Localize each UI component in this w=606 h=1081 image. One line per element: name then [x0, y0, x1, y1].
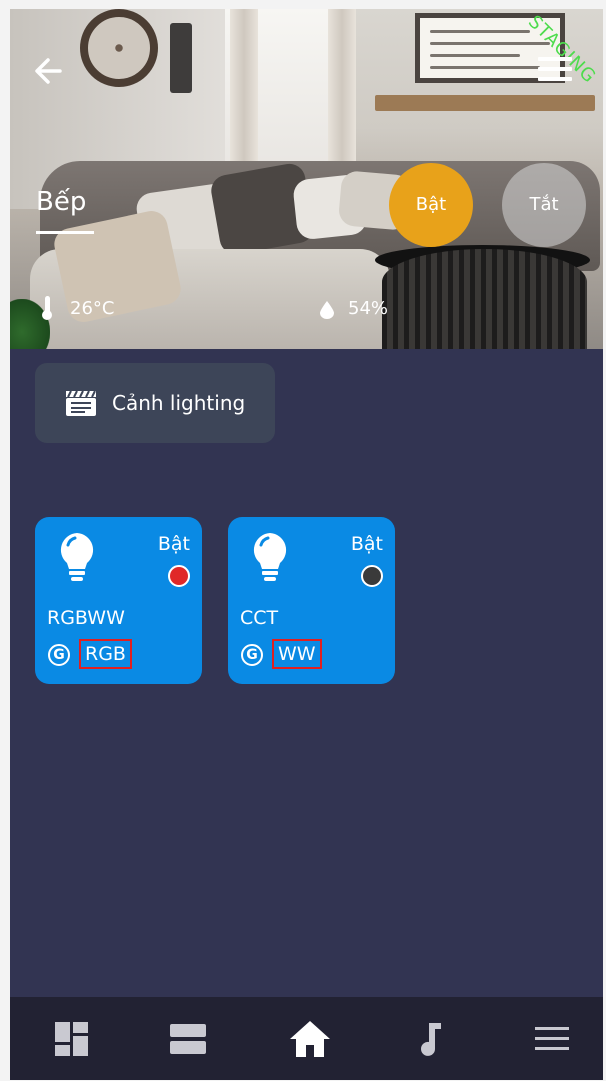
- device-card-cct[interactable]: Bật CCT G WW: [228, 517, 395, 684]
- nav-dashboard[interactable]: [50, 1017, 94, 1061]
- device-name: CCT: [240, 607, 279, 629]
- thermometer-icon: [42, 296, 52, 320]
- bottom-navigation: [10, 997, 603, 1080]
- device-color-dot[interactable]: [168, 565, 190, 587]
- humidity-value: 54%: [348, 298, 389, 319]
- nav-menu[interactable]: [530, 1017, 574, 1061]
- dashboard-icon: [55, 1022, 88, 1056]
- water-drop-icon: [320, 301, 334, 319]
- menu-button[interactable]: [538, 57, 572, 85]
- clapperboard-icon: [66, 390, 96, 416]
- arrow-left-icon: [35, 58, 62, 84]
- nav-music[interactable]: [410, 1017, 454, 1061]
- device-card-rgbww[interactable]: Bật RGBWW G RGB: [35, 517, 202, 684]
- all-on-button[interactable]: Bật: [389, 163, 473, 247]
- back-button[interactable]: [30, 51, 70, 91]
- music-icon: [421, 1023, 441, 1056]
- device-mode-label: RGB: [79, 639, 132, 669]
- group-icon: G: [241, 644, 263, 666]
- group-icon: G: [48, 644, 70, 666]
- device-color-dot[interactable]: [361, 565, 383, 587]
- room-title[interactable]: Bếp: [36, 187, 86, 217]
- scene-button[interactable]: Cảnh lighting: [35, 363, 275, 443]
- hamburger-icon: [538, 57, 572, 61]
- app-screen: STAGING Bếp Bật Tắt 26°C 54% Cảnh lighti…: [10, 9, 603, 1080]
- nav-home[interactable]: [288, 1017, 332, 1061]
- menu-icon: [535, 1027, 569, 1050]
- temperature-value: 26°C: [70, 298, 115, 319]
- light-bulb-icon: [253, 533, 287, 581]
- nav-rooms[interactable]: [166, 1017, 210, 1061]
- scene-label: Cảnh lighting: [112, 391, 246, 415]
- room-tab-indicator: [36, 231, 94, 234]
- all-off-button[interactable]: Tắt: [502, 163, 586, 247]
- device-mode-label: WW: [272, 639, 322, 669]
- rooms-icon: [170, 1024, 206, 1054]
- device-state-label: Bật: [350, 533, 383, 555]
- room-header: STAGING Bếp Bật Tắt 26°C 54%: [10, 9, 603, 349]
- device-name: RGBWW: [47, 607, 125, 629]
- light-bulb-icon: [60, 533, 94, 581]
- device-state-label: Bật: [157, 533, 190, 555]
- home-icon: [290, 1021, 330, 1057]
